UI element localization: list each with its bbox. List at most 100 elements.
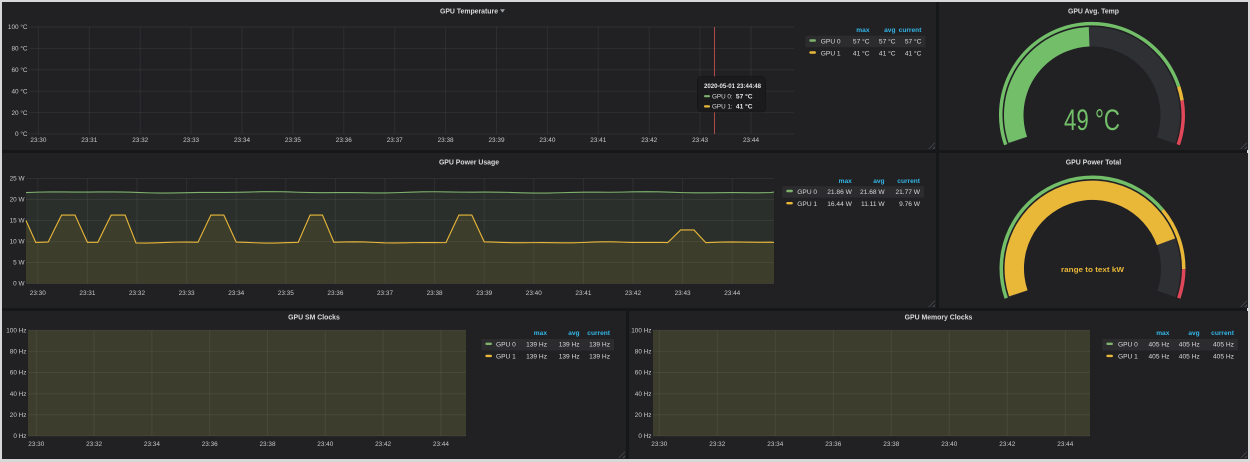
- svg-text:max: max: [534, 330, 548, 337]
- svg-text:23:30: 23:30: [30, 137, 46, 144]
- svg-text:23:38: 23:38: [427, 290, 443, 297]
- svg-text:405 Hz: 405 Hz: [1213, 354, 1234, 361]
- svg-text:23:36: 23:36: [202, 441, 218, 448]
- svg-text:23:44: 23:44: [433, 441, 449, 448]
- svg-text:current: current: [587, 330, 611, 337]
- svg-text:21.77 W: 21.77 W: [895, 189, 920, 196]
- svg-text:10 W: 10 W: [10, 239, 26, 246]
- svg-text:23:30: 23:30: [28, 441, 44, 448]
- svg-text:20 °C: 20 °C: [11, 109, 27, 117]
- svg-text:40 Hz: 40 Hz: [635, 391, 652, 398]
- svg-text:23:42: 23:42: [375, 441, 391, 448]
- svg-text:avg: avg: [1188, 330, 1199, 337]
- svg-text:21.86 W: 21.86 W: [827, 189, 852, 196]
- svg-text:GPU 1:: GPU 1:: [712, 104, 733, 111]
- svg-text:41 °C: 41 °C: [736, 103, 753, 111]
- svg-text:23:37: 23:37: [387, 137, 403, 144]
- svg-text:23:42: 23:42: [999, 441, 1015, 448]
- svg-text:9.76 W: 9.76 W: [899, 201, 921, 208]
- svg-text:23:32: 23:32: [132, 137, 148, 144]
- svg-text:23:43: 23:43: [692, 137, 708, 144]
- svg-text:57 °C: 57 °C: [853, 37, 870, 45]
- svg-text:20 Hz: 20 Hz: [635, 412, 652, 419]
- svg-text:GPU 1: GPU 1: [797, 201, 817, 208]
- svg-text:57 °C: 57 °C: [905, 37, 922, 45]
- svg-text:5 W: 5 W: [13, 260, 25, 267]
- svg-text:GPU 1: GPU 1: [1118, 354, 1138, 361]
- svg-text:25 W: 25 W: [10, 176, 26, 183]
- svg-text:23:39: 23:39: [489, 137, 505, 144]
- svg-text:GPU Power Total: GPU Power Total: [1066, 160, 1121, 167]
- svg-text:405 Hz: 405 Hz: [1213, 342, 1234, 349]
- svg-text:avg: avg: [884, 27, 895, 34]
- svg-text:23:43: 23:43: [675, 290, 691, 297]
- svg-text:405 Hz: 405 Hz: [1148, 342, 1169, 349]
- svg-text:60 Hz: 60 Hz: [635, 370, 652, 377]
- svg-text:GPU 0:: GPU 0:: [712, 93, 733, 100]
- svg-text:23:32: 23:32: [86, 441, 102, 448]
- svg-text:max: max: [839, 178, 853, 185]
- svg-text:23:40: 23:40: [941, 441, 957, 448]
- svg-text:41 °C: 41 °C: [879, 49, 896, 57]
- svg-text:GPU 0: GPU 0: [797, 189, 817, 196]
- svg-text:GPU Memory Clocks: GPU Memory Clocks: [905, 315, 973, 322]
- svg-text:139 Hz: 139 Hz: [589, 342, 610, 349]
- svg-text:405 Hz: 405 Hz: [1148, 354, 1169, 361]
- svg-text:23:35: 23:35: [278, 290, 294, 297]
- svg-text:80 Hz: 80 Hz: [635, 349, 652, 356]
- svg-text:405 Hz: 405 Hz: [1179, 354, 1200, 361]
- svg-text:23:32: 23:32: [129, 290, 145, 297]
- svg-text:GPU Avg. Temp: GPU Avg. Temp: [1068, 9, 1119, 16]
- svg-text:20 W: 20 W: [10, 197, 26, 204]
- svg-text:41 °C: 41 °C: [905, 49, 922, 57]
- svg-text:23:40: 23:40: [539, 137, 555, 144]
- svg-text:405 Hz: 405 Hz: [1179, 342, 1200, 349]
- svg-text:139 Hz: 139 Hz: [526, 354, 547, 361]
- svg-text:15 W: 15 W: [10, 218, 26, 225]
- svg-text:23:31: 23:31: [81, 137, 97, 144]
- svg-text:max: max: [1156, 330, 1170, 337]
- svg-text:0 Hz: 0 Hz: [13, 433, 26, 440]
- svg-text:23:30: 23:30: [651, 441, 667, 448]
- svg-text:23:35: 23:35: [285, 137, 301, 144]
- svg-text:60 °C: 60 °C: [11, 66, 27, 74]
- svg-text:current: current: [899, 27, 923, 34]
- svg-text:41 °C: 41 °C: [853, 49, 870, 57]
- svg-text:23:34: 23:34: [144, 441, 160, 448]
- svg-text:range to text kW: range to text kW: [1061, 265, 1125, 274]
- svg-text:11.11 W: 11.11 W: [861, 201, 885, 208]
- svg-text:57 °C: 57 °C: [736, 92, 753, 100]
- svg-text:23:31: 23:31: [79, 290, 95, 297]
- svg-text:23:40: 23:40: [317, 441, 333, 448]
- svg-text:avg: avg: [568, 330, 579, 337]
- svg-text:40 Hz: 40 Hz: [10, 391, 27, 398]
- svg-text:23:36: 23:36: [336, 137, 352, 144]
- svg-text:GPU 1: GPU 1: [821, 50, 841, 57]
- svg-text:139 Hz: 139 Hz: [559, 354, 580, 361]
- svg-text:23:44: 23:44: [724, 290, 740, 297]
- svg-text:23:40: 23:40: [526, 290, 542, 297]
- svg-text:23:38: 23:38: [883, 441, 899, 448]
- svg-text:23:33: 23:33: [183, 137, 199, 144]
- svg-text:80 Hz: 80 Hz: [10, 349, 27, 356]
- svg-text:21.68 W: 21.68 W: [860, 189, 885, 196]
- svg-text:GPU 0: GPU 0: [1118, 342, 1138, 349]
- svg-text:23:34: 23:34: [234, 137, 250, 144]
- svg-text:23:38: 23:38: [438, 137, 454, 144]
- svg-text:GPU Temperature: GPU Temperature: [440, 9, 498, 16]
- svg-text:GPU 1: GPU 1: [496, 354, 516, 361]
- svg-text:100 Hz: 100 Hz: [631, 327, 651, 334]
- svg-text:23:41: 23:41: [575, 290, 591, 297]
- svg-text:100 Hz: 100 Hz: [6, 327, 26, 334]
- svg-text:100 °C: 100 °C: [8, 23, 28, 31]
- svg-text:139 Hz: 139 Hz: [526, 342, 547, 349]
- svg-text:23:34: 23:34: [228, 290, 244, 297]
- svg-text:80 °C: 80 °C: [11, 45, 27, 53]
- svg-text:GPU SM Clocks: GPU SM Clocks: [288, 315, 340, 322]
- svg-text:20 Hz: 20 Hz: [10, 412, 27, 419]
- svg-text:23:36: 23:36: [327, 290, 343, 297]
- svg-text:0 W: 0 W: [13, 281, 25, 288]
- svg-text:GPU Power Usage: GPU Power Usage: [439, 160, 499, 167]
- svg-text:23:38: 23:38: [260, 441, 276, 448]
- svg-text:57 °C: 57 °C: [879, 37, 896, 45]
